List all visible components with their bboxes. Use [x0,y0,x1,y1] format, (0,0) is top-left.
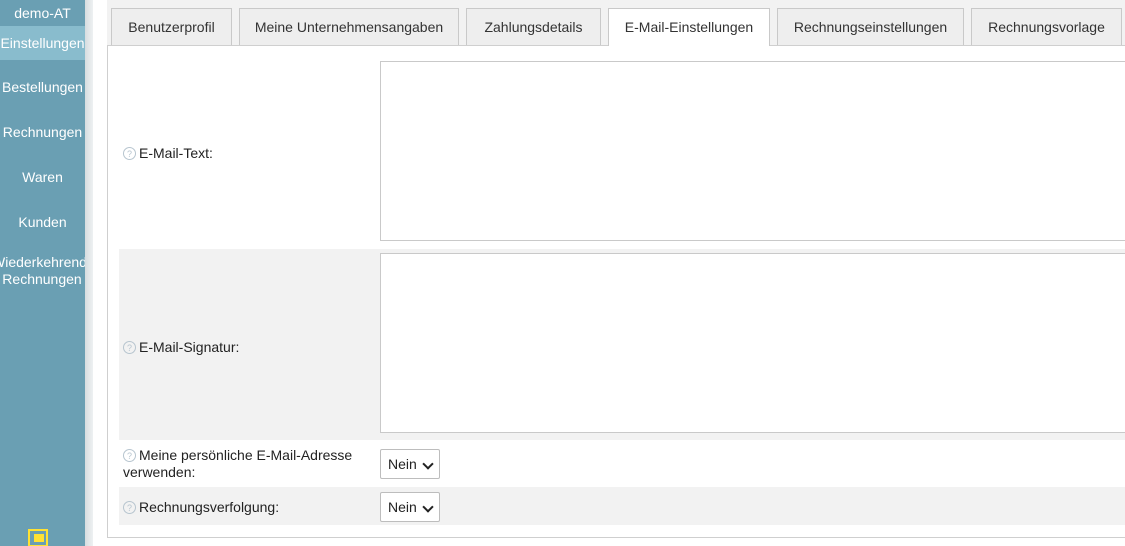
tab-rechnungsvorlage[interactable]: Rechnungsvorlage [971,8,1122,45]
tab-benutzerprofil[interactable]: Benutzerprofil [111,8,232,45]
chevron-down-icon [422,458,434,470]
personal-email-row: ? Meine persönliche E-Mail-Adresse verwen… [119,442,1125,486]
sidebar-item-rechnungen[interactable]: Rechnungen [0,110,85,155]
sidebar-item-kunden[interactable]: Kunden [0,200,85,245]
sidebar-item-wiederkehrende-rechnungen[interactable]: Wiederkehrende Rechnungen [0,245,85,288]
tab-email-einstellungen[interactable]: E-Mail-Einstellungen [608,8,770,46]
email-signature-input[interactable] [380,253,1125,433]
sidebar-item-einstellungen[interactable]: Einstellungen [0,26,85,60]
personal-email-label: ? Meine persönliche E-Mail-Adresse verwen… [123,447,353,480]
sidebar: demo-AT Einstellungen Bestellungen Rechn… [0,0,85,546]
email-signature-label: ? E-Mail-Signatur: [123,339,363,356]
chevron-down-icon [422,501,434,513]
tracking-select[interactable]: Nein [380,492,440,522]
logout-icon[interactable] [28,529,48,546]
help-icon[interactable]: ? [123,147,136,160]
email-text-label: ? E-Mail-Text: [123,145,363,162]
help-icon[interactable]: ? [123,341,136,354]
tab-rechnungseinstellungen[interactable]: Rechnungseinstellungen [777,8,964,45]
personal-email-select[interactable]: Nein [380,449,440,479]
sidebar-item-bestellungen[interactable]: Bestellungen [0,65,85,110]
sidebar-item-waren[interactable]: Waren [0,155,85,200]
tab-zahlungsdetails[interactable]: Zahlungsdetails [466,8,601,45]
help-icon[interactable]: ? [123,501,136,514]
tracking-row: ? Rechnungsverfolgung: [119,487,1125,525]
tracking-label: ? Rechnungsverfolgung: [123,499,363,516]
help-icon[interactable]: ? [123,449,136,462]
email-text-input[interactable] [380,61,1125,241]
tab-unternehmensangaben[interactable]: Meine Unternehmensangaben [239,8,459,45]
account-name: demo-AT [14,5,71,21]
sidebar-shadow [85,0,93,546]
